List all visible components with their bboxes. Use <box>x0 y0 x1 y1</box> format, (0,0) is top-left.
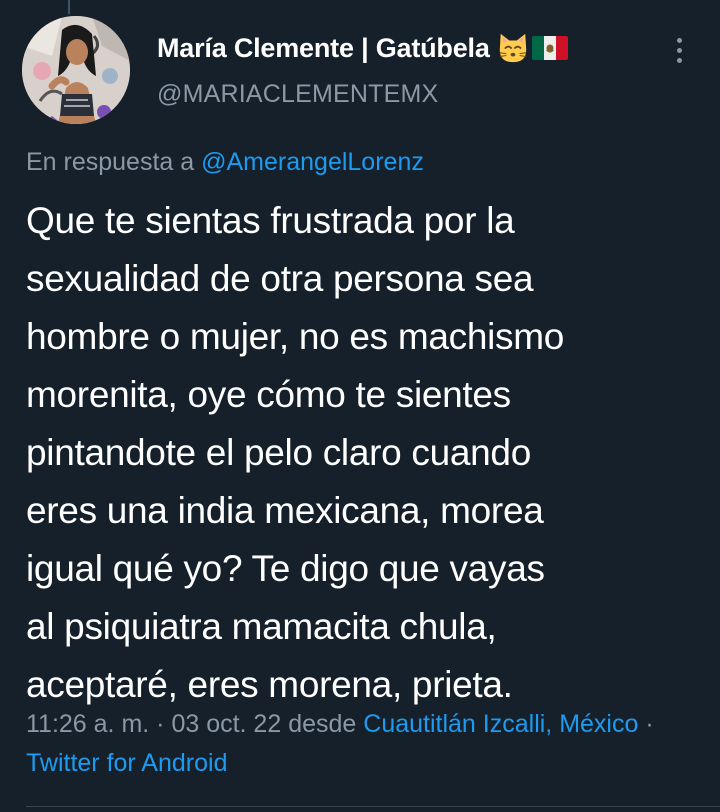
avatar[interactable] <box>22 16 130 124</box>
tweet-meta: 11:26 a. m. · 03 oct. 22 desde Cuautitlá… <box>26 705 706 783</box>
thread-connector-line <box>68 0 70 14</box>
tweet-date[interactable]: 03 oct. 22 <box>171 710 281 738</box>
more-options-button[interactable] <box>664 32 694 68</box>
avatar-image <box>22 16 130 124</box>
author-display-name[interactable]: María Clemente | Gatúbela <box>157 33 490 64</box>
reply-prefix: En respuesta a <box>26 148 195 176</box>
tweet-text: Que te sientas frustrada por la sexualid… <box>26 200 565 705</box>
author-handle[interactable]: @MARIACLEMENTEMX <box>157 80 438 109</box>
tweet-location-link[interactable]: Cuautitlán Izcalli, México <box>363 710 638 738</box>
meta-separator-2: · <box>638 710 654 738</box>
meta-separator: · <box>149 710 172 738</box>
more-vertical-icon <box>676 37 682 43</box>
kissing-cat-emoji-icon <box>499 33 526 63</box>
reply-context: En respuesta a @AmerangelLorenz <box>26 148 424 177</box>
tweet-time[interactable]: 11:26 a. m. <box>26 710 149 738</box>
author-name-row[interactable]: María Clemente | Gatúbela <box>157 28 568 68</box>
divider <box>26 806 720 807</box>
reply-mention-link[interactable]: @AmerangelLorenz <box>201 148 424 176</box>
mexico-flag-emoji-icon <box>531 36 568 60</box>
tweet-source-link[interactable]: Twitter for Android <box>26 749 227 777</box>
location-prefix: desde <box>281 710 364 738</box>
